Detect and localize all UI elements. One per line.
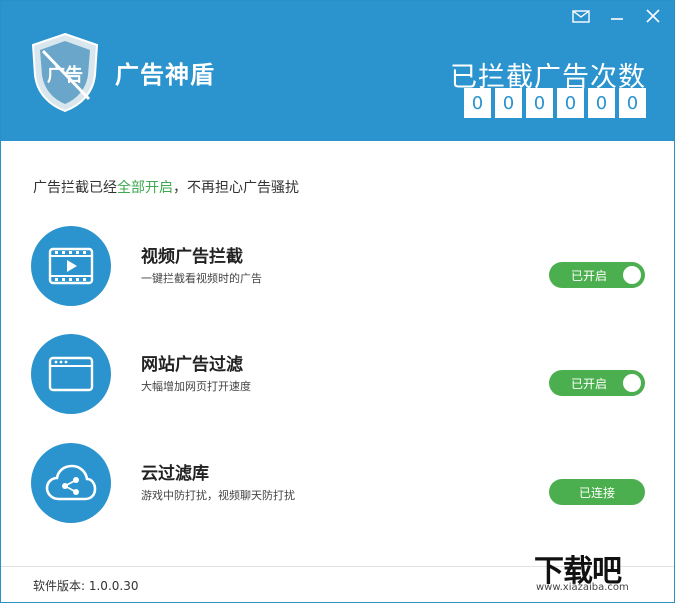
shield-logo-icon: 广告 xyxy=(29,31,101,113)
cloud-connect-button[interactable]: 已连接 xyxy=(549,479,645,505)
status-prefix: 广告拦截已经 xyxy=(33,180,117,196)
video-ad-block-toggle[interactable]: 已开启 xyxy=(549,262,645,288)
cloud-share-icon xyxy=(31,443,111,523)
minimize-icon[interactable] xyxy=(606,7,628,25)
feature-title: 网站广告过滤 xyxy=(141,355,243,375)
logo-text: 广告 xyxy=(47,64,83,86)
feature-cloud-filter-library: 云过滤库 游戏中防打扰，视频聊天防打扰 已连接 xyxy=(31,443,651,523)
status-highlight: 全部开启 xyxy=(117,180,173,196)
watermark-url: www.xiazaiba.com xyxy=(536,582,629,593)
feature-desc: 大幅增加网页打开速度 xyxy=(141,380,251,393)
mail-icon[interactable] xyxy=(570,7,592,25)
toggle-knob xyxy=(623,374,641,392)
feature-title: 视频广告拦截 xyxy=(141,247,243,267)
toggle-label: 已开启 xyxy=(571,268,608,283)
version-label: 软件版本: 1.0.0.30 xyxy=(33,579,139,593)
counter-digit: 0 xyxy=(526,88,553,118)
toggle-knob xyxy=(623,266,641,284)
feature-desc: 游戏中防打扰，视频聊天防打扰 xyxy=(141,489,295,502)
close-icon[interactable] xyxy=(642,7,664,25)
video-icon xyxy=(31,226,111,306)
feature-video-ad-block: 视频广告拦截 一键拦截看视频时的广告 已开启 xyxy=(31,226,651,306)
counter-digit: 0 xyxy=(464,88,491,118)
app-title: 广告神盾 xyxy=(115,61,215,89)
counter-digit: 0 xyxy=(619,88,646,118)
feature-desc: 一键拦截看视频时的广告 xyxy=(141,272,262,285)
website-ad-filter-toggle[interactable]: 已开启 xyxy=(549,370,645,396)
feature-website-ad-filter: 网站广告过滤 大幅增加网页打开速度 已开启 xyxy=(31,334,651,414)
browser-window-icon xyxy=(31,334,111,414)
counter-digits: 0 0 0 0 0 0 xyxy=(464,88,646,118)
window-controls xyxy=(570,7,664,25)
feature-title: 云过滤库 xyxy=(141,464,209,484)
toggle-label: 已开启 xyxy=(571,376,608,391)
status-suffix: ，不再担心广告骚扰 xyxy=(173,180,299,196)
counter-digit: 0 xyxy=(557,88,584,118)
header: 广告 广告神盾 已拦截广告次数 0 0 0 0 0 0 xyxy=(1,1,674,141)
counter-digit: 0 xyxy=(495,88,522,118)
status-line: 广告拦截已经全部开启，不再担心广告骚扰 xyxy=(33,177,299,197)
counter-digit: 0 xyxy=(588,88,615,118)
watermark: 下载吧 www.xiazaiba.com xyxy=(534,546,666,593)
app-window: 广告 广告神盾 已拦截广告次数 0 0 0 0 0 0 广告拦截已经全部开启，不… xyxy=(0,0,675,603)
